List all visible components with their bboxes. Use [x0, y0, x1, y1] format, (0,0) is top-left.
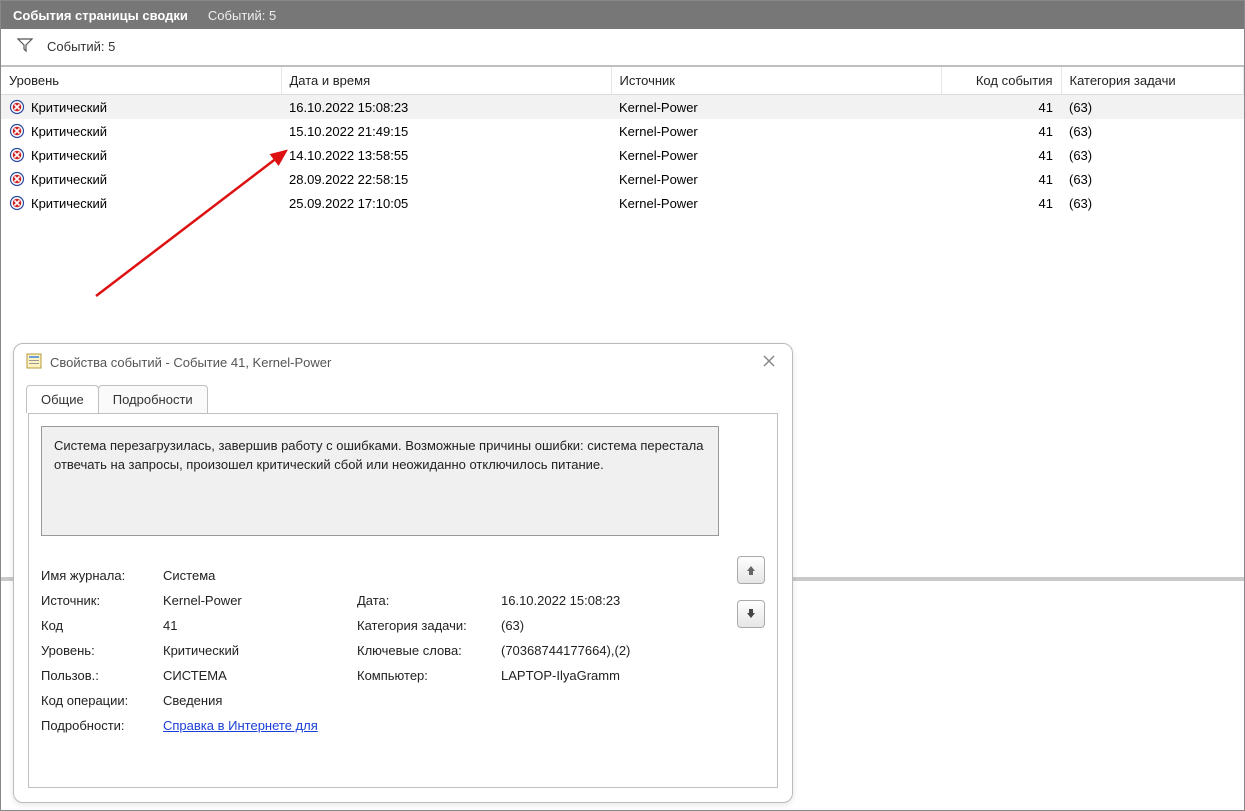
value-keywords: (70368744177664),(2)	[501, 643, 701, 658]
value-opcode: Сведения	[163, 693, 353, 708]
critical-error-icon	[9, 195, 25, 211]
label-keywords: Ключевые слова:	[357, 643, 497, 658]
label-date: Дата:	[357, 593, 497, 608]
label-moreinfo: Подробности:	[41, 718, 159, 733]
value-log-name: Система	[163, 568, 353, 583]
critical-error-icon	[9, 123, 25, 139]
table-row[interactable]: Критический 14.10.2022 13:58:55Kernel-Pow…	[1, 143, 1244, 167]
prev-event-button[interactable]	[737, 556, 765, 584]
cell-level: Критический	[31, 124, 107, 139]
value-date: 16.10.2022 15:08:23	[501, 593, 701, 608]
event-description: Система перезагрузилась, завершив работу…	[41, 426, 719, 536]
cell-source: Kernel-Power	[611, 191, 941, 215]
tab-general[interactable]: Общие	[26, 385, 99, 413]
cell-task-category: (63)	[1061, 191, 1244, 215]
tab-body-general: Система перезагрузилась, завершив работу…	[28, 413, 778, 788]
label-source: Источник:	[41, 593, 159, 608]
cell-level: Критический	[31, 196, 107, 211]
col-source[interactable]: Источник	[611, 67, 941, 95]
critical-error-icon	[9, 99, 25, 115]
value-level: Критический	[163, 643, 353, 658]
cell-datetime: 25.09.2022 17:10:05	[281, 191, 611, 215]
label-code: Код	[41, 618, 159, 633]
cell-event-id: 41	[941, 119, 1061, 143]
dialog-icon	[26, 353, 42, 372]
cell-event-id: 41	[941, 95, 1061, 120]
col-level[interactable]: Уровень	[1, 67, 281, 95]
window-title: События страницы сводки	[13, 8, 188, 23]
cell-level: Критический	[31, 148, 107, 163]
event-properties-dialog: Свойства событий - Событие 41, Kernel-Po…	[13, 343, 793, 803]
cell-task-category: (63)	[1061, 119, 1244, 143]
cell-event-id: 41	[941, 143, 1061, 167]
label-log-name: Имя журнала:	[41, 568, 159, 583]
cell-task-category: (63)	[1061, 143, 1244, 167]
tab-details[interactable]: Подробности	[98, 385, 208, 413]
cell-task-category: (63)	[1061, 167, 1244, 191]
label-user: Пользов.:	[41, 668, 159, 683]
critical-error-icon	[9, 147, 25, 163]
cell-source: Kernel-Power	[611, 119, 941, 143]
col-task-category[interactable]: Категория задачи	[1061, 67, 1244, 95]
cell-source: Kernel-Power	[611, 167, 941, 191]
cell-event-id: 41	[941, 167, 1061, 191]
label-level: Уровень:	[41, 643, 159, 658]
value-code: 41	[163, 618, 353, 633]
value-source: Kernel-Power	[163, 593, 353, 608]
cell-datetime: 15.10.2022 21:49:15	[281, 119, 611, 143]
cell-level: Критический	[31, 100, 107, 115]
col-datetime[interactable]: Дата и время	[281, 67, 611, 95]
label-computer: Компьютер:	[357, 668, 497, 683]
dialog-title: Свойства событий - Событие 41, Kernel-Po…	[50, 355, 331, 370]
col-event-id[interactable]: Код события	[941, 67, 1061, 95]
value-computer: LAPTOP-IlyaGramm	[501, 668, 701, 683]
cell-source: Kernel-Power	[611, 95, 941, 120]
table-row[interactable]: Критический 25.09.2022 17:10:05Kernel-Pow…	[1, 191, 1244, 215]
value-user: СИСТЕМА	[163, 668, 353, 683]
cell-task-category: (63)	[1061, 95, 1244, 120]
label-opcode: Код операции:	[41, 693, 159, 708]
cell-datetime: 14.10.2022 13:58:55	[281, 143, 611, 167]
value-task-category: (63)	[501, 618, 701, 633]
table-row[interactable]: Критический 15.10.2022 21:49:15Kernel-Pow…	[1, 119, 1244, 143]
events-table: Уровень Дата и время Источник Код событи…	[1, 67, 1244, 215]
cell-datetime: 16.10.2022 15:08:23	[281, 95, 611, 120]
label-task-category: Категория задачи:	[357, 618, 497, 633]
filter-icon[interactable]	[17, 37, 33, 56]
cell-event-id: 41	[941, 191, 1061, 215]
filter-bar: Событий: 5	[1, 29, 1244, 65]
dialog-close-button[interactable]	[758, 352, 780, 373]
link-online-help[interactable]: Справка в Интернете для	[163, 718, 318, 733]
event-details-grid: Имя журнала: Система Источник: Kernel-Po…	[41, 568, 765, 733]
next-event-button[interactable]	[737, 600, 765, 628]
event-count-header: Событий: 5	[208, 8, 276, 23]
window-titlebar: События страницы сводки Событий: 5	[1, 1, 1244, 29]
table-row[interactable]: Критический 28.09.2022 22:58:15Kernel-Pow…	[1, 167, 1244, 191]
cell-level: Критический	[31, 172, 107, 187]
table-row[interactable]: Критический 16.10.2022 15:08:23Kernel-Pow…	[1, 95, 1244, 120]
cell-source: Kernel-Power	[611, 143, 941, 167]
dialog-tabs: Общие Подробности	[14, 377, 792, 413]
cell-datetime: 28.09.2022 22:58:15	[281, 167, 611, 191]
critical-error-icon	[9, 171, 25, 187]
event-count-filter: Событий: 5	[47, 39, 115, 54]
